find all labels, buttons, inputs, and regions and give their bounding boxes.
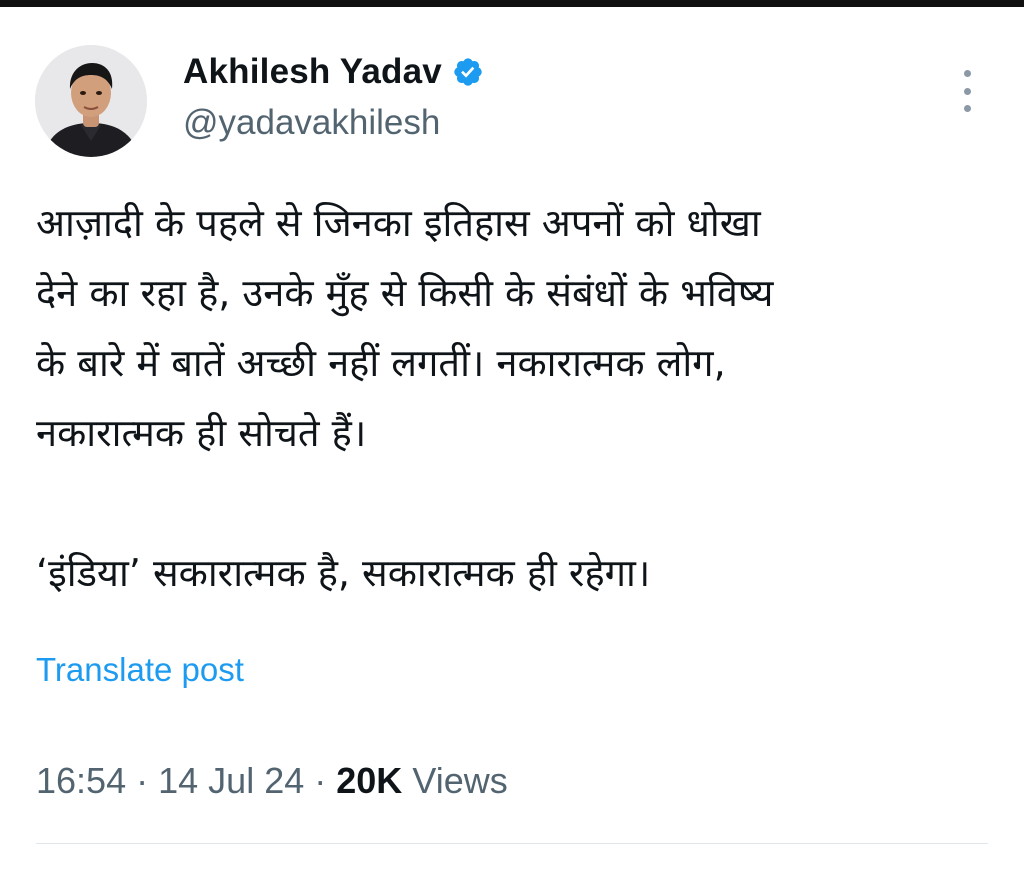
tweet-text-line: देने का रहा है, उनके मुँह से किसी के संब… [36, 271, 774, 315]
tweet-text: आज़ादी के पहले से जिनका इतिहास अपनों को … [36, 188, 996, 608]
views-label: Views [412, 760, 508, 801]
more-vertical-icon-dot [963, 87, 971, 95]
tweet-text-line: नकारात्मक ही सोचते हैं। [36, 411, 367, 455]
verified-badge-icon[interactable] [452, 56, 484, 88]
more-vertical-icon-dot [963, 105, 971, 112]
meta-separator: · [314, 760, 327, 801]
views-count: 20K [336, 760, 403, 801]
avatar[interactable] [35, 45, 147, 157]
tweet-time[interactable]: 16:54 [36, 760, 126, 801]
author-handle[interactable]: @yadavakhilesh [183, 103, 440, 143]
tweet-date[interactable]: 14 Jul 24 [158, 760, 304, 801]
tweet-text-line: के बारे में बातें अच्छी नहीं लगतीं। नकार… [36, 341, 726, 385]
tweet-text-line: ‘इंडिया’ सकारात्मक है, सकारात्मक ही रहेग… [36, 551, 651, 595]
tweet-text-line: आज़ादी के पहले से जिनका इतिहास अपनों को … [36, 201, 761, 245]
meta-separator: · [136, 760, 149, 801]
divider [36, 843, 988, 844]
avatar-photo [35, 45, 147, 157]
tweet-meta: 16:54 · 14 Jul 24 · 20K Views [36, 760, 508, 802]
top-edge-bar [0, 0, 1024, 7]
author-name-row: Akhilesh Yadav [183, 52, 484, 92]
translate-post-link[interactable]: Translate post [36, 651, 244, 689]
author-display-name[interactable]: Akhilesh Yadav [183, 52, 442, 92]
more-vertical-icon-dot [963, 70, 971, 77]
paragraph-break [36, 468, 996, 538]
more-options-button[interactable] [955, 70, 979, 112]
